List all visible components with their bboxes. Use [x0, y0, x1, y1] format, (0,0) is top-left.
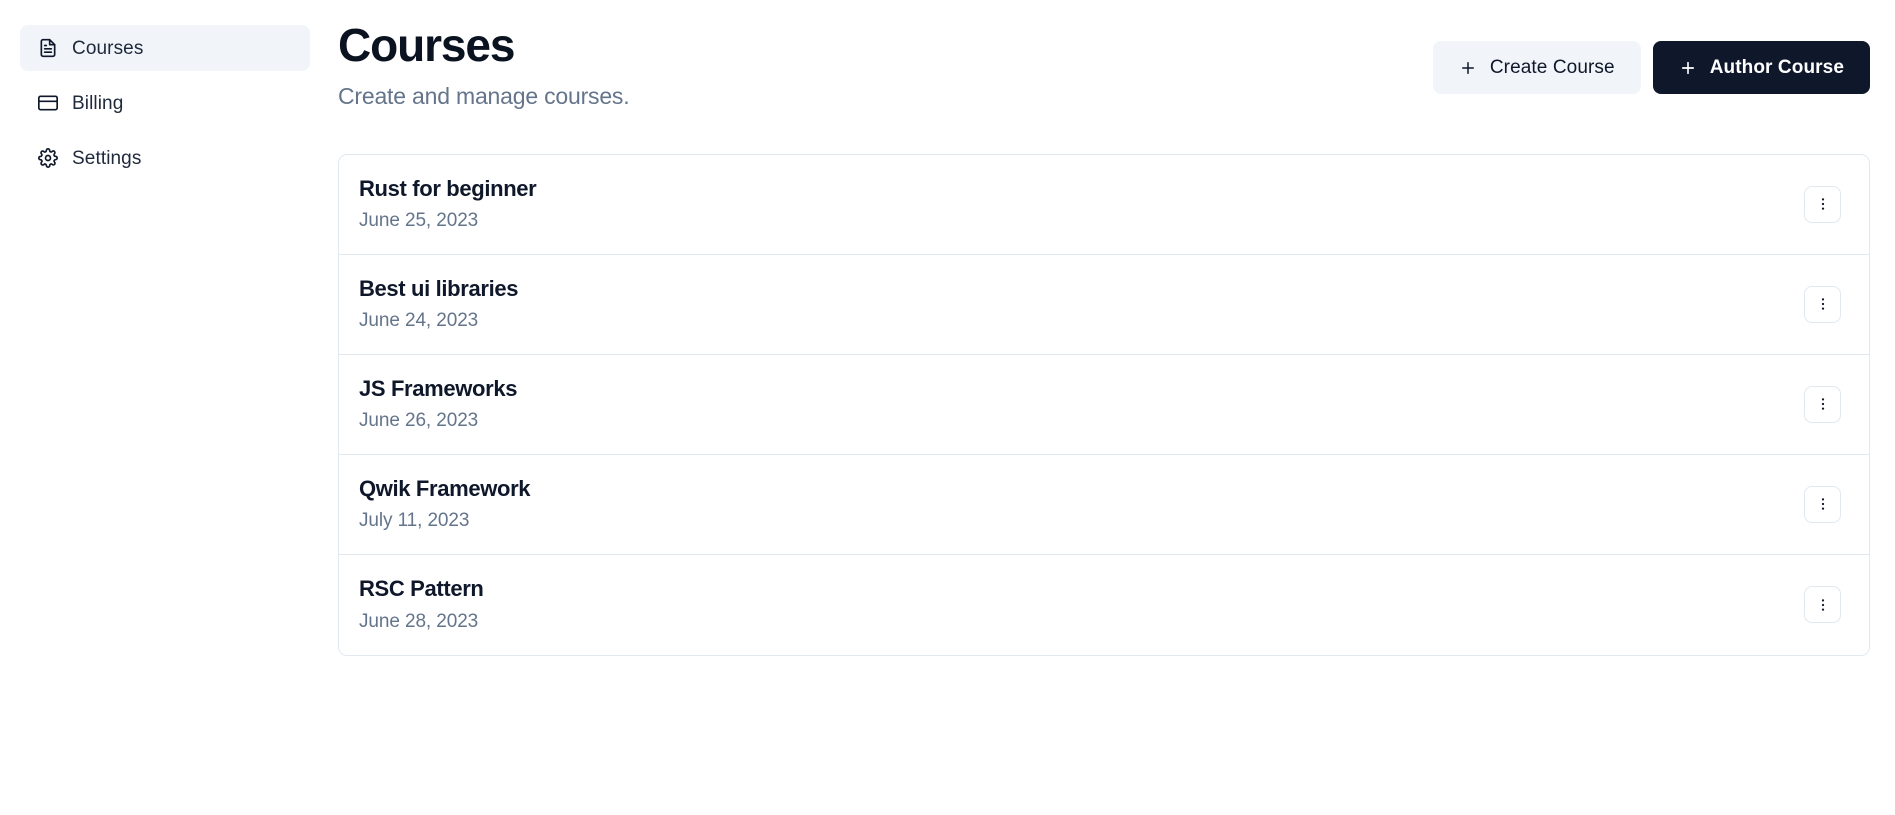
file-text-icon — [38, 38, 58, 58]
credit-card-icon — [38, 93, 58, 113]
sidebar-item-label: Settings — [72, 147, 142, 169]
page-title: Courses — [338, 19, 515, 71]
sidebar-item-billing[interactable]: Billing — [20, 80, 310, 126]
course-title: Best ui libraries — [359, 275, 519, 301]
course-title: JS Frameworks — [359, 375, 518, 401]
page-header: Courses Create and manage courses. Creat… — [338, 0, 1870, 130]
sidebar-item-label: Courses — [72, 37, 144, 59]
author-course-button[interactable]: Author Course — [1652, 41, 1870, 94]
course-info: JS Frameworks June 26, 2023 — [359, 376, 517, 432]
course-info: Rust for beginner June 25, 2023 — [359, 175, 537, 232]
course-title: Qwik Framework — [359, 475, 531, 501]
course-list: Rust for beginner June 25, 2023 Best ui … — [338, 154, 1870, 656]
course-title: Rust for beginner — [359, 175, 537, 201]
sidebar-item-courses[interactable]: Courses — [20, 25, 310, 71]
plus-icon — [1679, 59, 1697, 77]
create-course-button[interactable]: Create Course — [1432, 41, 1641, 94]
course-date: June 26, 2023 — [359, 410, 479, 432]
course-date: June 25, 2023 — [359, 210, 479, 232]
header-actions: Create Course Author Course — [1432, 18, 1870, 94]
create-course-label: Create Course — [1489, 56, 1615, 78]
app-root: Courses Billing Settings Courses Create … — [0, 0, 1895, 815]
table-row[interactable]: RSC Pattern June 28, 2023 — [339, 555, 1869, 655]
course-date: June 28, 2023 — [359, 610, 479, 632]
table-row[interactable]: JS Frameworks June 26, 2023 — [339, 355, 1869, 455]
author-course-label: Author Course — [1709, 56, 1844, 78]
sidebar-item-label: Billing — [72, 92, 124, 114]
page-subtitle: Create and manage courses. — [338, 83, 630, 110]
gear-icon — [38, 148, 58, 168]
course-date: June 24, 2023 — [359, 310, 479, 332]
sidebar: Courses Billing Settings — [0, 0, 330, 815]
course-options-button[interactable] — [1804, 185, 1841, 223]
sidebar-item-settings[interactable]: Settings — [20, 135, 310, 181]
course-info: Qwik Framework July 11, 2023 — [359, 475, 531, 532]
course-date: July 11, 2023 — [359, 510, 470, 532]
course-info: Best ui libraries June 24, 2023 — [359, 276, 518, 332]
page-header-text: Courses Create and manage courses. — [338, 18, 630, 110]
course-info: RSC Pattern June 28, 2023 — [359, 576, 484, 632]
table-row[interactable]: Best ui libraries June 24, 2023 — [339, 255, 1869, 355]
course-options-button[interactable] — [1804, 485, 1841, 523]
table-row[interactable]: Qwik Framework July 11, 2023 — [339, 455, 1869, 555]
course-options-button[interactable] — [1804, 385, 1841, 423]
plus-icon — [1459, 59, 1477, 77]
course-options-button[interactable] — [1804, 586, 1841, 623]
main-content: Courses Create and manage courses. Creat… — [330, 0, 1895, 815]
course-title: RSC Pattern — [359, 576, 484, 602]
table-row[interactable]: Rust for beginner June 25, 2023 — [339, 155, 1869, 255]
course-options-button[interactable] — [1804, 285, 1841, 323]
